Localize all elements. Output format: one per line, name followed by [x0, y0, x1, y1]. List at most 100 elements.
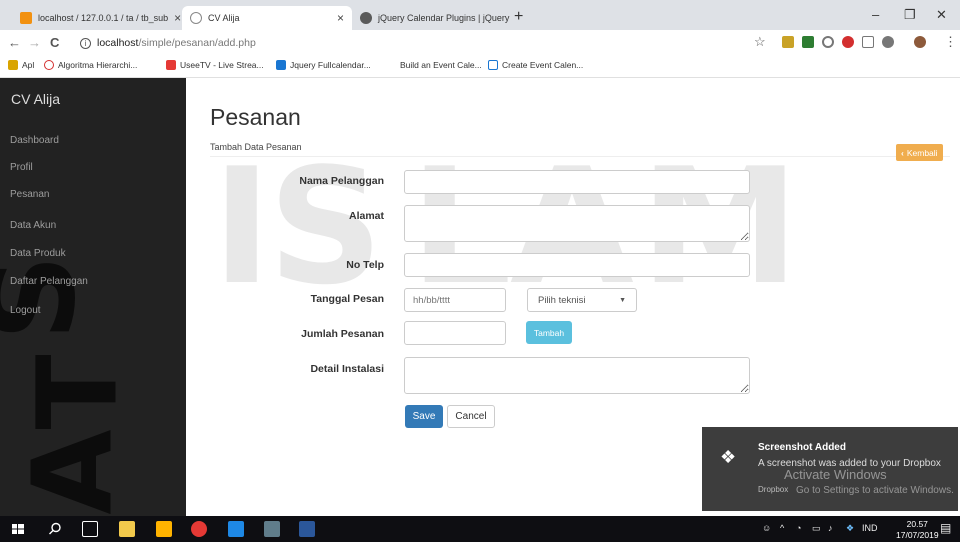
bookmark-label: Jquery Fullcalendar...	[290, 60, 371, 70]
watermark-letter: I	[212, 133, 272, 320]
sidebar-item-dashboard[interactable]: Dashboard	[10, 135, 59, 146]
bookmark-icon	[44, 60, 54, 70]
minimize-button[interactable]: –	[872, 7, 879, 22]
sidebar-item-daftar-pelanggan[interactable]: Daftar Pelanggan	[10, 276, 88, 287]
bookmark-icon	[276, 60, 286, 70]
avatar[interactable]	[914, 36, 926, 48]
teknisi-select[interactable]: Pilih teknisi ▼	[527, 288, 637, 312]
caret-down-icon: ▼	[619, 296, 626, 304]
page-title: Pesanan	[210, 104, 301, 130]
sidebar-item-profil[interactable]: Profil	[10, 162, 33, 173]
no-telp-input[interactable]	[404, 253, 750, 277]
no-telp-label: No Telp	[346, 259, 384, 271]
file-explorer-icon[interactable]	[119, 521, 135, 537]
maximize-button[interactable]: ❐	[904, 7, 916, 23]
sidebar: S T A CV Alija Dashboard Profil Pesanan …	[0, 78, 186, 516]
url-path: /simple/pesanan/add.php	[138, 37, 256, 49]
clock-time: 20.57	[906, 519, 928, 529]
dropbox-tray-icon[interactable]: ❖	[846, 523, 854, 534]
extension-icon[interactable]	[882, 36, 894, 48]
notification-title: Screenshot Added	[758, 442, 846, 453]
jumlah-pesanan-label: Jumlah Pesanan	[301, 328, 384, 340]
nama-pelanggan-input[interactable]	[404, 170, 750, 194]
tab-strip: localhost / 127.0.0.1 / ta / tb_sub × CV…	[0, 0, 960, 30]
sidebar-item-pesanan[interactable]: Pesanan	[10, 189, 49, 200]
detail-instalasi-textarea[interactable]	[404, 357, 750, 394]
bookmark-label: Create Event Calen...	[502, 60, 584, 70]
bookmark-icon	[386, 60, 396, 70]
alamat-textarea[interactable]	[404, 205, 750, 242]
tab-phpmyadmin[interactable]: localhost / 127.0.0.1 / ta / tb_sub ×	[12, 6, 182, 30]
new-tab-button[interactable]: +	[514, 8, 523, 26]
bookmarks-bar: Apl Algoritma Hierarchi... UseeTV - Live…	[0, 56, 960, 78]
sidebar-item-data-akun[interactable]: Data Akun	[10, 220, 56, 231]
teknisi-select-value: Pilih teknisi	[538, 294, 586, 306]
browser-menu-icon[interactable]: ⋮	[944, 34, 957, 50]
page-subtitle: Tambah Data Pesanan	[210, 142, 302, 152]
show-hidden-icons[interactable]: ^	[780, 523, 784, 533]
close-tab-icon[interactable]: ×	[509, 11, 510, 25]
language-indicator[interactable]: IND	[862, 523, 878, 533]
network-icon[interactable]: ◔	[796, 523, 801, 533]
apps-icon	[8, 60, 18, 70]
chrome-icon[interactable]	[191, 521, 207, 537]
volume-icon[interactable]: ♪	[828, 523, 833, 533]
jumlah-pesanan-input[interactable]	[404, 321, 506, 345]
cancel-button[interactable]: Cancel	[447, 405, 495, 428]
reload-button[interactable]: C	[50, 35, 59, 50]
bookmark-icon	[488, 60, 498, 70]
battery-icon[interactable]: ▭	[812, 523, 821, 534]
bookmark-label: UseeTV - Live Strea...	[180, 60, 264, 70]
detail-instalasi-label: Detail Instalasi	[310, 363, 384, 375]
sticky-app-icon[interactable]	[156, 521, 172, 537]
app-icon[interactable]	[228, 521, 244, 537]
close-tab-icon[interactable]: ×	[168, 11, 181, 25]
watermark-letter: A	[8, 429, 137, 515]
bookmark-item[interactable]: UseeTV - Live Strea...	[166, 60, 264, 70]
bookmark-item[interactable]: Create Event Calen...	[488, 60, 583, 70]
close-tab-icon[interactable]: ×	[331, 11, 344, 25]
search-icon[interactable]	[47, 521, 63, 537]
people-icon[interactable]: ☺	[762, 523, 771, 533]
tanggal-pesan-input[interactable]	[404, 288, 506, 312]
back-button[interactable]: ←	[8, 35, 21, 50]
extension-icon[interactable]	[802, 36, 814, 48]
forward-button[interactable]: →	[28, 35, 41, 50]
extension-icon[interactable]	[782, 36, 794, 48]
sidebar-item-logout[interactable]: Logout	[10, 305, 41, 316]
bookmark-apps[interactable]: Apl	[8, 60, 34, 70]
bookmark-label: Build an Event Cale...	[400, 60, 482, 70]
bookmark-item[interactable]: Build an Event Cale...	[386, 60, 482, 70]
save-button[interactable]: Save	[405, 405, 443, 428]
bookmark-star-icon[interactable]: ☆	[754, 34, 766, 50]
task-view-icon[interactable]	[82, 521, 98, 537]
word-icon[interactable]	[299, 521, 315, 537]
info-icon[interactable]: i	[80, 37, 91, 49]
bookmark-label: Apl	[22, 60, 35, 70]
bookmark-item[interactable]: Jquery Fullcalendar...	[276, 60, 371, 70]
tab-cv-alija[interactable]: CV Alija ×	[182, 6, 352, 30]
divider	[210, 156, 950, 157]
sidebar-item-data-produk[interactable]: Data Produk	[10, 248, 66, 259]
tambah-button[interactable]: Tambah	[526, 321, 572, 344]
tab-jquery[interactable]: jQuery Calendar Plugins | jQuery ×	[352, 6, 510, 30]
bookmark-item[interactable]: Algoritma Hierarchi...	[44, 60, 137, 70]
extension-icon[interactable]	[822, 36, 834, 48]
dropbox-icon: ❖	[720, 447, 737, 467]
address-bar[interactable]: i localhost /simple/pesanan/add.php	[80, 34, 770, 52]
taskbar: ☺ ^ ◔ ▭ ♪ ❖ IND 20.57 17/07/2019 ▤	[0, 516, 960, 542]
back-button-label: Kembali	[906, 147, 938, 158]
opera-icon[interactable]	[842, 36, 854, 48]
windows-start-icon[interactable]	[10, 521, 26, 537]
close-window-button[interactable]: ✕	[936, 7, 947, 23]
clock[interactable]: 20.57 17/07/2019	[896, 519, 939, 541]
jquery-icon	[360, 12, 372, 24]
back-button[interactable]: ‹ Kembali	[896, 144, 943, 161]
cast-icon[interactable]	[862, 36, 874, 48]
notification-app: Dropbox	[758, 485, 789, 494]
brand[interactable]: CV Alija	[11, 91, 60, 107]
tanggal-pesan-label: Tanggal Pesan	[310, 293, 384, 305]
nama-pelanggan-label: Nama Pelanggan	[299, 175, 384, 187]
app-icon[interactable]	[264, 521, 280, 537]
action-center-icon[interactable]: ▤	[940, 521, 951, 535]
